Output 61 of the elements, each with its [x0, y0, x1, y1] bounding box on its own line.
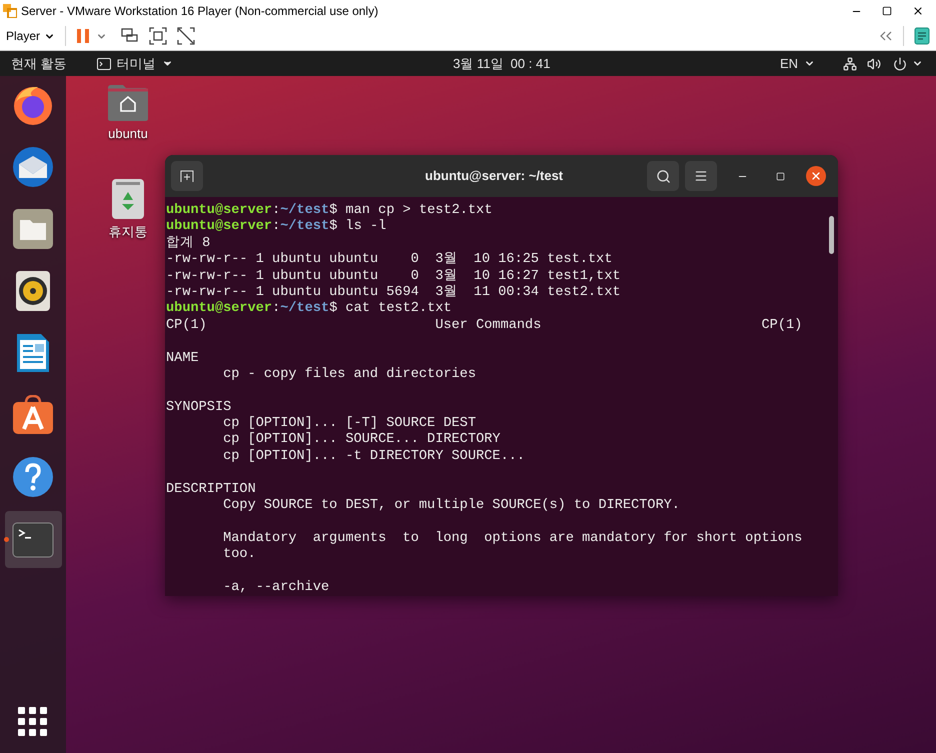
- menu-icon: [694, 169, 708, 183]
- terminal-icon: [12, 522, 54, 558]
- terminal-output-line: -a, --archive: [223, 580, 330, 595]
- terminal-title: ubuntu@server: ~/test: [425, 167, 564, 186]
- terminal-output-line: -rw-rw-r-- 1 ubuntu ubuntu 0 3월 10 16:25 test.txt: [166, 252, 612, 268]
- activities-button[interactable]: 현재 활동: [11, 54, 67, 74]
- pause-icon[interactable]: [76, 28, 90, 44]
- shopping-bag-icon: [12, 395, 54, 435]
- collapse-icon[interactable]: [879, 31, 893, 41]
- terminal-output-line: NAME: [166, 350, 199, 366]
- close-button[interactable]: [806, 166, 826, 186]
- terminal-output-line: CP(1) User Commands CP(1): [166, 318, 802, 333]
- document-icon: [15, 332, 51, 374]
- window-title: Server - VMware Workstation 16 Player (Non-commercial use only): [21, 3, 378, 20]
- terminal-output-line: Mandatory arguments to long options are mandatory for short options: [223, 530, 802, 546]
- prompt-line: ubuntu@server:~/test$ ls -l: [166, 219, 386, 234]
- new-tab-icon: [180, 170, 194, 182]
- terminal-output-line: cp [OPTION]... SOURCE... DIRECTORY: [223, 432, 500, 448]
- fullscreen-icon[interactable]: [149, 27, 168, 45]
- home-folder-icon: [107, 84, 149, 122]
- close-icon: [810, 170, 822, 182]
- bird-envelope-icon: [11, 146, 55, 188]
- recycle-bin-icon: [111, 178, 145, 220]
- terminal-output-line: -rw-rw-r-- 1 ubuntu ubuntu 5694 3월 11 00:34 test2.txt: [166, 284, 621, 300]
- search-icon: [656, 168, 670, 184]
- fox-globe-icon: [12, 84, 54, 126]
- app-logo-icon: [3, 4, 17, 18]
- terminal-icon: [96, 58, 111, 70]
- desktop-icon-label[interactable]: ubuntu: [108, 126, 148, 142]
- prompt-line: ubuntu@server:~/test$ man cp > test2.txt: [166, 203, 492, 218]
- terminal-output-line: cp [OPTION]... -t DIRECTORY SOURCE...: [223, 448, 525, 464]
- player-menu[interactable]: Player: [6, 27, 56, 45]
- new-tab-button[interactable]: [171, 161, 203, 191]
- maximize-icon[interactable]: [882, 6, 892, 16]
- menu-button[interactable]: [685, 161, 717, 191]
- speaker-icon: [15, 270, 51, 312]
- unity-icon[interactable]: [177, 27, 196, 45]
- network-icon[interactable]: [843, 56, 857, 70]
- volume-icon[interactable]: [867, 56, 881, 70]
- clock[interactable]: 3월 11일 00 : 41: [453, 54, 550, 74]
- power-icon[interactable]: [893, 56, 907, 70]
- input-source-menu[interactable]: EN: [780, 54, 815, 74]
- prompt-line: ubuntu@server:~/test$ cat test2.txt: [166, 301, 452, 316]
- terminal-output-line: 합계 8: [166, 236, 210, 251]
- terminal-output-line: SYNOPSIS: [166, 400, 232, 415]
- notes-icon[interactable]: [914, 27, 930, 45]
- terminal-output-line: cp [OPTION]... [-T] SOURCE DEST: [223, 416, 476, 432]
- terminal-output-line: -rw-rw-r-- 1 ubuntu ubuntu 0 3월 10 16:27 test1,txt: [166, 268, 621, 284]
- help-icon: [12, 456, 54, 498]
- close-icon[interactable]: [912, 5, 924, 17]
- scrollbar-thumb[interactable]: [829, 216, 834, 254]
- folder-icon: [12, 208, 54, 250]
- app-menu[interactable]: 터미널: [96, 54, 173, 74]
- app-grid-icon[interactable]: [18, 707, 48, 737]
- terminal-output-line: DESCRIPTION: [166, 482, 256, 497]
- search-button[interactable]: [647, 161, 679, 191]
- desktop-icon-label[interactable]: 휴지통: [108, 224, 148, 240]
- devices-icon[interactable]: [121, 28, 140, 44]
- terminal-output-line: too.: [223, 547, 256, 562]
- terminal-output-line: cp - copy files and directories: [223, 366, 476, 382]
- terminal-output-line: Copy SOURCE to DEST, or multiple SOURCE(s) to DIRECTORY.: [223, 498, 680, 514]
